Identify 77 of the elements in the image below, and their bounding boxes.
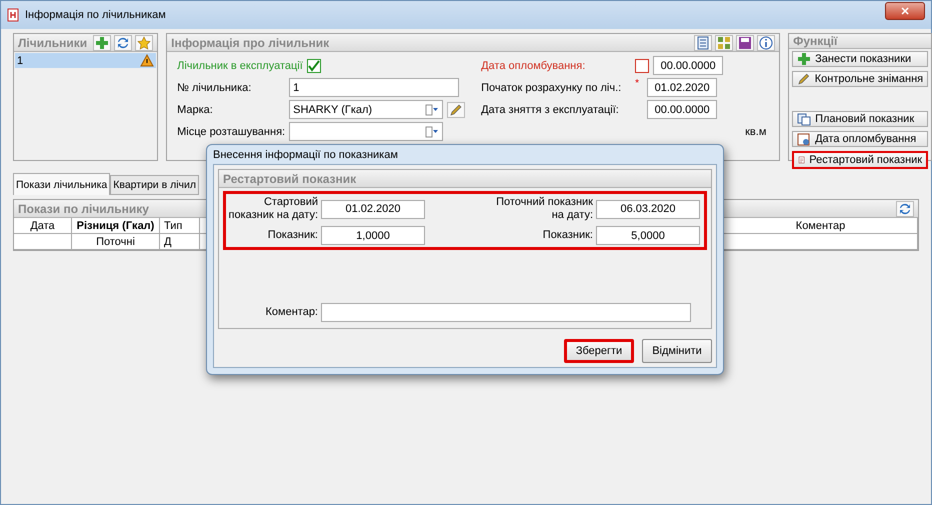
select-field[interactable]: SHARKY (Гкал) [289, 100, 444, 119]
comment-field[interactable] [321, 303, 691, 322]
select-field[interactable] [289, 122, 444, 141]
column-header: Коментар [724, 218, 918, 234]
field-label: Дата опломбування: [481, 60, 586, 72]
group-title: Рестартовий показник [223, 172, 356, 186]
column-header: Тип [160, 218, 200, 234]
in-service-checkbox[interactable] [306, 58, 321, 72]
text-field[interactable]: 1 [289, 78, 460, 97]
dropdown-icon[interactable] [425, 104, 440, 116]
function-button[interactable]: Плановий показник [792, 111, 928, 127]
column-subheader: Д [160, 234, 200, 250]
tab[interactable]: Квартири в лічил [110, 175, 199, 195]
dialog-title: Внесення інформації по показникам [213, 148, 398, 162]
calendar-icon [797, 132, 812, 146]
app-icon [7, 8, 19, 22]
column-header: Дата [14, 218, 72, 234]
dialog-button[interactable]: Відмінити [642, 339, 712, 363]
function-button[interactable]: Дата опломбування [792, 131, 928, 147]
grid-button[interactable] [715, 34, 734, 50]
function-button[interactable]: Занести показники [792, 51, 928, 67]
grid-icon [717, 36, 732, 50]
table-title: Покази по лічильнику [18, 202, 149, 216]
date-field[interactable]: 01.02.2020 [321, 200, 425, 218]
column-subheader: Поточні [72, 234, 160, 250]
value-label: Показник: [542, 229, 593, 242]
list-icon [697, 36, 710, 50]
required-mark: * [635, 78, 640, 89]
unit-label: кв.м [745, 126, 768, 138]
list-button[interactable] [694, 34, 712, 50]
save-button[interactable] [736, 34, 754, 50]
function-button[interactable]: Контрольне знімання [792, 71, 928, 87]
refresh-icon [116, 36, 130, 50]
star-icon [137, 36, 152, 50]
info-icon [759, 36, 774, 50]
value-field[interactable]: 5,0000 [596, 226, 700, 245]
edit-button[interactable] [447, 102, 466, 118]
column-header: Різниця (Гкал) [72, 218, 160, 234]
comment-label: Коментар: [264, 306, 318, 319]
date-label: Поточний показник на дату: [495, 196, 593, 222]
date-field[interactable]: 00.00.0000 [653, 56, 724, 75]
field-label: Дата зняття з експлуатації: [481, 104, 620, 116]
refresh-icon [898, 202, 912, 216]
tab[interactable]: Покази лічильника [13, 173, 110, 195]
add-button[interactable] [93, 34, 112, 50]
refresh-button[interactable] [896, 200, 914, 216]
plus-icon [797, 52, 812, 66]
dropdown-icon[interactable] [425, 126, 440, 138]
field-label: № лічильника: [177, 82, 252, 94]
field-label: Марка: [177, 104, 214, 116]
dialog-button[interactable]: Зберегти [564, 339, 634, 363]
save-icon [738, 36, 752, 50]
panel-title: Лічильники [18, 36, 88, 50]
date-field[interactable]: 01.02.2020 [647, 78, 718, 97]
documents-icon [797, 112, 812, 126]
window-title: Інформація по лічильникам [25, 9, 166, 21]
in-service-label: Лічильник в експлуатації [177, 60, 303, 72]
meter-number: 1 [17, 54, 24, 66]
plus-icon [95, 36, 110, 50]
pen-icon [797, 72, 811, 86]
field-label: Початок розрахунку по ліч.: [481, 82, 622, 94]
panel-title: Функції [793, 34, 838, 48]
function-button[interactable]: Рестартовий показник [792, 151, 928, 169]
date-field[interactable]: 00.00.0000 [647, 100, 718, 119]
value-label: Показник: [266, 229, 318, 242]
date-field[interactable]: 06.03.2020 [596, 200, 700, 218]
info-button[interactable] [757, 34, 776, 50]
meter-row[interactable]: 1 [15, 53, 156, 68]
warning-icon [140, 54, 154, 67]
field-label: Місце розташування: [177, 126, 286, 138]
value-field[interactable]: 1,0000 [321, 226, 425, 245]
pen-icon [449, 102, 464, 116]
favorite-button[interactable] [135, 34, 154, 50]
panel-title: Інформація про лічильник [171, 36, 330, 50]
date-label: Стартовий показник на дату: [227, 196, 318, 222]
refresh-button[interactable] [114, 34, 132, 50]
seal-checkbox[interactable] [635, 58, 650, 72]
